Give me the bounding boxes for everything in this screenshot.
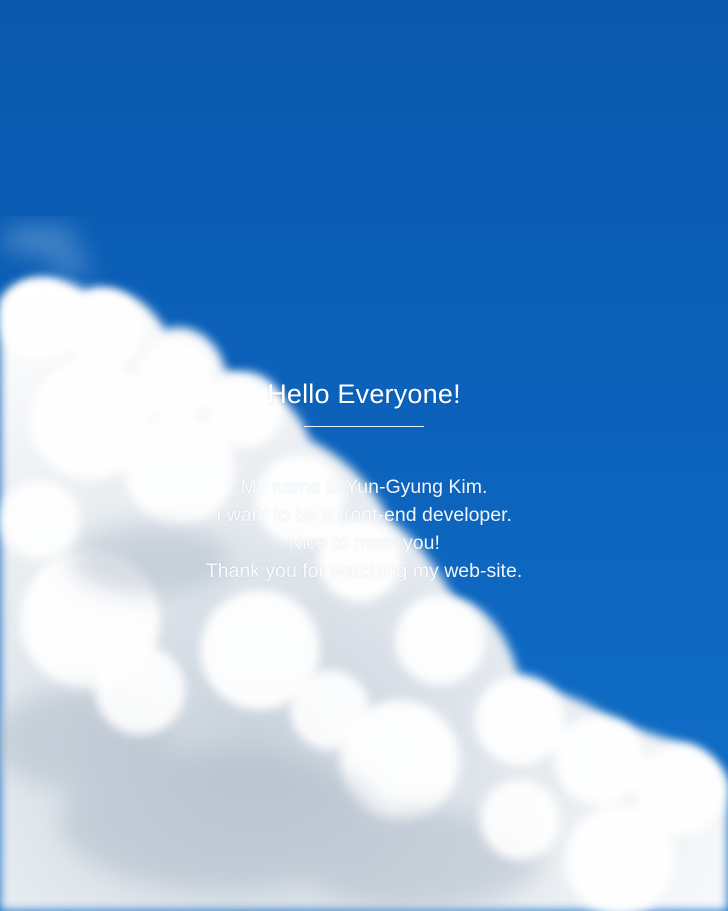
page-title: Hello Everyone!	[267, 379, 461, 409]
intro-line-thanks: Thank you for watching my web-site.	[205, 560, 523, 582]
intro-line-name: My name is Yun-Gyung Kim.	[240, 476, 488, 498]
intro-line-goal: I want to be a front-end developer.	[216, 504, 512, 526]
intro-message: My name is Yun-Gyung Kim. I want to be a…	[0, 473, 728, 585]
intro-block: Hello Everyone! My name is Yun-Gyung Kim…	[0, 372, 728, 605]
intro-line-greeting: Nice to meet you!	[288, 532, 440, 554]
title-divider	[304, 426, 424, 427]
hero-section: Hello Everyone! My name is Yun-Gyung Kim…	[0, 0, 728, 911]
